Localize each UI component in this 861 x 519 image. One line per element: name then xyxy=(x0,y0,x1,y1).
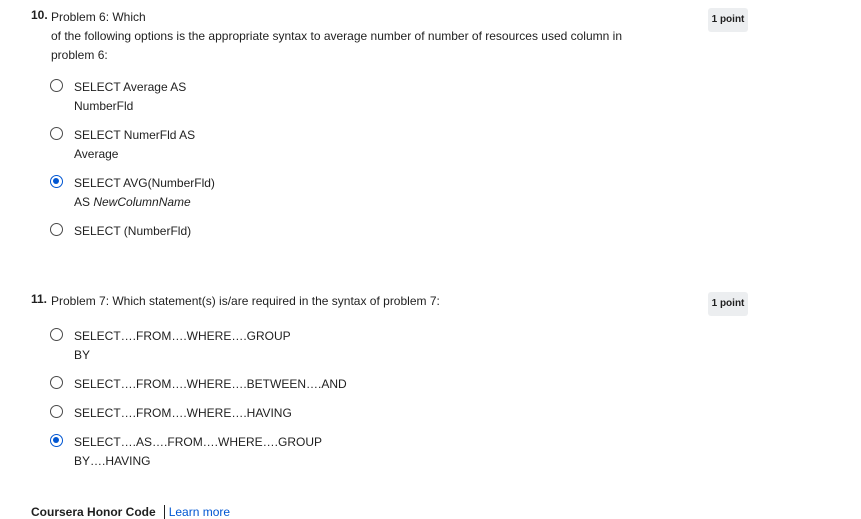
radio-button[interactable] xyxy=(50,376,63,389)
radio-button-checked[interactable] xyxy=(50,175,63,188)
option-label: SELECT….FROM….WHERE….GROUP BY xyxy=(74,329,291,362)
option-label: SELECT (NumberFld) xyxy=(74,224,192,238)
question-text: Problem 7: Which statement(s) is/are req… xyxy=(51,294,440,308)
option-label: SELECT….AS….FROM….WHERE….GROUP BY….HAVIN… xyxy=(74,435,323,468)
radio-button[interactable] xyxy=(50,405,63,418)
option-label: SELECT….FROM….WHERE….BETWEEN….AND xyxy=(74,377,347,391)
option-label: SELECT AVG(NumberFld) AS NewColumnName xyxy=(74,176,215,209)
question-text: Problem 6: Which of the following option… xyxy=(51,10,622,62)
points-badge: 1 point xyxy=(708,292,748,316)
question-number: 11. xyxy=(31,292,48,306)
option-label: SELECT NumerFld AS Average xyxy=(74,128,196,161)
learn-more-link[interactable]: Learn more xyxy=(163,505,231,519)
option-label: SELECT Average AS NumberFld xyxy=(74,80,187,113)
honor-code-footer: Coursera Honor Code Learn more xyxy=(31,505,231,519)
honor-code-title: Coursera Honor Code xyxy=(31,505,156,519)
radio-button[interactable] xyxy=(50,79,63,92)
radio-button[interactable] xyxy=(50,223,63,236)
radio-button[interactable] xyxy=(50,328,63,341)
question-number: 10. xyxy=(31,8,48,22)
radio-button[interactable] xyxy=(50,127,63,140)
radio-button-checked[interactable] xyxy=(50,434,63,447)
option-label: SELECT….FROM….WHERE….HAVING xyxy=(74,406,292,420)
points-badge: 1 point xyxy=(708,8,748,32)
